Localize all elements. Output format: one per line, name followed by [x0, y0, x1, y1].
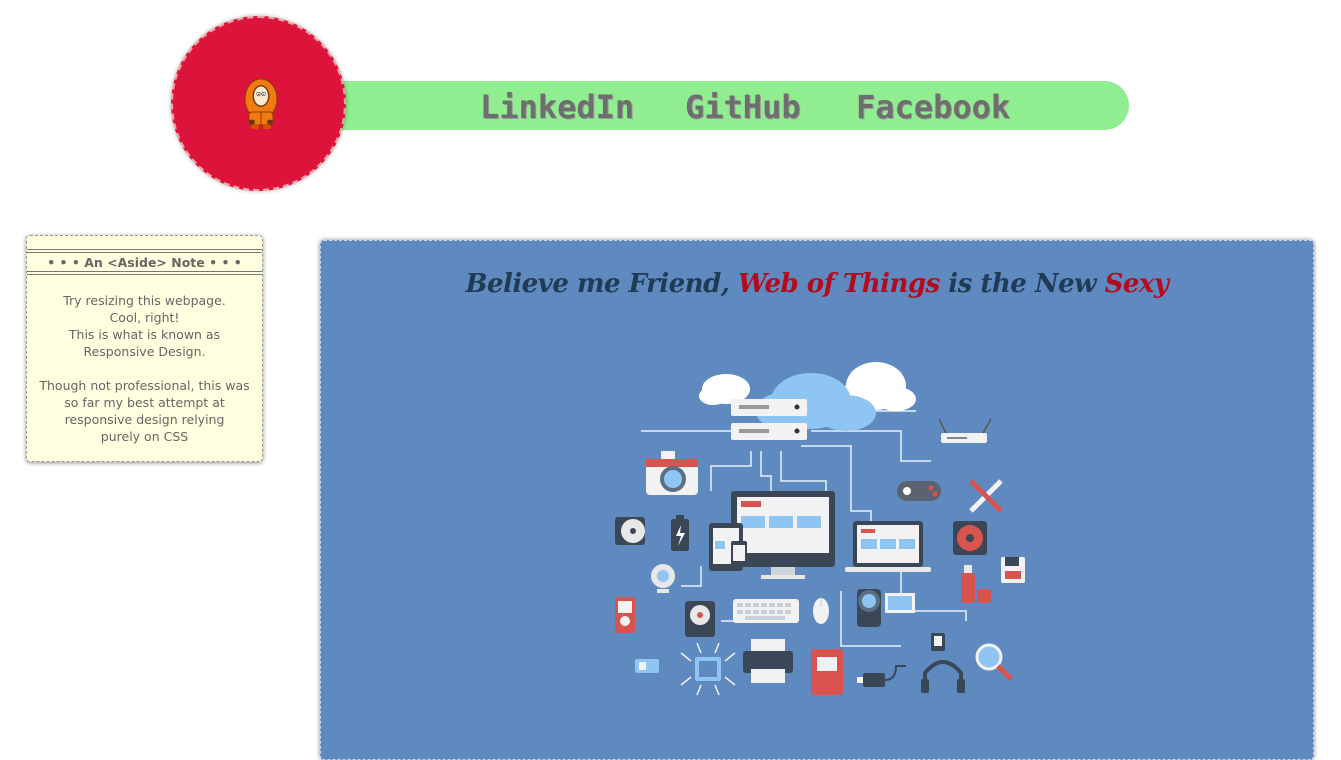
nav-bar: LinkedIn GitHub Facebook — [300, 81, 1129, 130]
sim-card-icon — [635, 659, 659, 673]
usb-drive-icon — [961, 565, 991, 603]
fan-icon — [953, 521, 987, 555]
aside-text: Try resizing this webpage. — [63, 293, 226, 308]
kenny-avatar-icon — [244, 78, 278, 129]
divider — [27, 274, 262, 275]
keyboard-icon — [733, 599, 799, 623]
tablet-icon — [709, 523, 747, 571]
printer-icon — [743, 639, 793, 683]
divider — [27, 271, 262, 272]
aside-text: purely on CSS — [100, 429, 189, 444]
headphones-icon — [921, 660, 965, 693]
iot-illustration — [615, 362, 1025, 696]
floppy-disk-icon — [1001, 557, 1025, 583]
plug-icon — [857, 665, 906, 687]
aside-title: • • • An <Aside> Note • • • — [47, 255, 242, 270]
video-camera-icon — [857, 589, 915, 627]
phone-icon — [931, 633, 945, 651]
router-icon — [938, 418, 992, 443]
nav-link-github[interactable]: GitHub — [685, 81, 801, 130]
gamepad-icon — [897, 481, 941, 501]
main-panel: Believe me Friend, Web of Things is the … — [320, 240, 1314, 760]
aside-text: Responsive Design. — [83, 344, 206, 359]
laptop-icon — [845, 521, 931, 572]
aside-text: Cool, right! — [109, 310, 180, 325]
aside-text: This is what is known as — [68, 327, 221, 342]
headline-highlight: Web of Things — [737, 269, 940, 299]
divider — [27, 249, 262, 250]
nav-link-facebook[interactable]: Facebook — [856, 81, 1010, 130]
ssd-icon — [811, 649, 843, 695]
page-title: Believe me Friend, Web of Things is the … — [321, 269, 1313, 299]
hard-drive-icon — [685, 601, 715, 637]
logo[interactable] — [171, 16, 346, 191]
aside-text: responsive design relying — [64, 412, 225, 427]
headline-highlight: Sexy — [1104, 269, 1169, 299]
headline-part: Believe me Friend, — [465, 269, 738, 299]
aside-text: Though not professional, this was — [39, 378, 250, 393]
divider — [27, 252, 262, 253]
nav-link-linkedin[interactable]: LinkedIn — [480, 81, 634, 130]
camera-icon — [646, 451, 698, 495]
magnifier-icon — [975, 643, 1013, 681]
aside-note: • • • An <Aside> Note • • • Try resizing… — [26, 235, 263, 462]
mouse-icon — [813, 598, 829, 624]
chip-icon — [680, 642, 736, 696]
aside-text: so far my best attempt at — [64, 395, 225, 410]
webcam-icon — [651, 564, 675, 593]
tools-icon — [969, 479, 1003, 513]
headline-part: is the New — [939, 269, 1105, 299]
disc-icon — [615, 517, 645, 545]
battery-icon — [671, 515, 689, 551]
music-player-icon — [615, 597, 635, 633]
aside-body: Try resizing this webpage. Cool, right! … — [35, 292, 254, 445]
